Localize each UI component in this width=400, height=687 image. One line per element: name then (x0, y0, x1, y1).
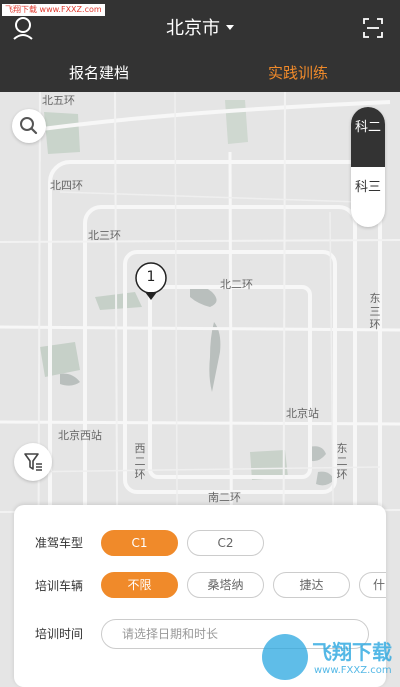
map-search-button[interactable] (12, 109, 46, 143)
license-type-label: 准驾车型 (35, 536, 84, 550)
map-label-north-3rd-ring: 北三环 (88, 229, 121, 242)
scan-icon[interactable] (363, 18, 383, 38)
search-icon (20, 117, 38, 135)
training-time-label: 培训时间 (35, 627, 84, 641)
vehicle-option-santana[interactable]: 桑塔纳 (187, 572, 264, 598)
filter-button[interactable] (14, 443, 52, 481)
map-label-east-3rd-ring: 东三环 (369, 292, 381, 331)
vehicle-option-more[interactable]: 什 (359, 572, 386, 598)
watermark-logo: 飞翔下载 www.FXXZ.com (262, 632, 398, 684)
watermark-logo-title: 飞翔下载 (312, 640, 392, 664)
tab-enrollment[interactable]: 报名建档 (69, 62, 129, 84)
map-label-east-2nd-ring: 东二环 (336, 442, 348, 481)
vehicle-label: 培训车辆 (35, 579, 84, 593)
subject-switch: 科二 科三 (351, 107, 385, 227)
subject-3-toggle[interactable]: 科三 (351, 167, 385, 227)
vehicle-option-jetta[interactable]: 捷达 (273, 572, 350, 598)
map-marker-count: 1 (146, 269, 156, 285)
map-label-beijing-west-station: 北京西站 (58, 429, 102, 442)
app-header: 飞翔下载 www.FXXZ.com 北京市 报名建档 实践训练 (0, 0, 400, 92)
map-label-north-4th-ring: 北四环 (50, 179, 83, 192)
watermark-logo-url: www.FXXZ.com (314, 665, 392, 676)
map-label-north-2nd-ring: 北二环 (220, 278, 253, 291)
watermark-logo-badge-icon (262, 634, 308, 680)
license-option-c1[interactable]: C1 (101, 530, 178, 556)
vehicle-option-unlimited[interactable]: 不限 (101, 572, 178, 598)
map-label-beijing-station: 北京站 (286, 407, 319, 420)
subject-2-toggle[interactable]: 科二 (351, 107, 385, 167)
city-name: 北京市 (166, 18, 220, 39)
city-selector[interactable]: 北京市 (0, 17, 400, 41)
map-label-west-2nd-ring: 西二环 (134, 442, 146, 481)
subject-2-label: 科二 (354, 120, 381, 135)
license-option-c2[interactable]: C2 (187, 530, 264, 556)
map-label-south-2nd-ring: 南二环 (208, 491, 241, 504)
subject-3-label: 科三 (354, 180, 381, 195)
map-label-north-5th-ring: 北五环 (42, 94, 75, 107)
caret-down-icon (226, 24, 234, 30)
filter-funnel-icon (24, 453, 42, 471)
tab-practice-training[interactable]: 实践训练 (268, 62, 328, 84)
watermark-text: 飞翔下载 www.FXXZ.com (2, 4, 105, 16)
